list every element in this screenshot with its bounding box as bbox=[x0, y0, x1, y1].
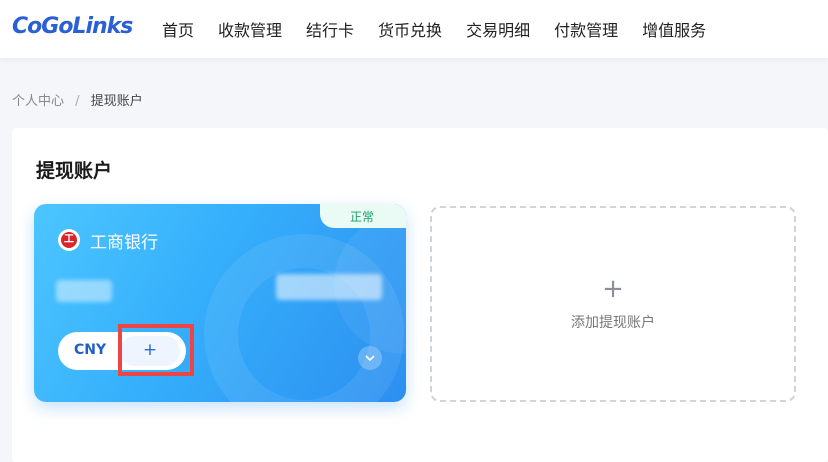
withdraw-accounts-panel: 提现账户 正常 工 工商银行 CNY + + 添加提现账户 bbox=[12, 128, 828, 462]
icbc-bank-icon: 工 bbox=[58, 229, 80, 251]
nav-item-value-added[interactable]: 增值服务 bbox=[642, 17, 706, 41]
breadcrumb: 个人中心 / 提现账户 bbox=[12, 90, 143, 109]
nav-item-receipts[interactable]: 收款管理 bbox=[218, 17, 282, 41]
nav-item-exchange[interactable]: 货币兑换 bbox=[378, 17, 442, 41]
breadcrumb-separator: / bbox=[75, 94, 80, 109]
breadcrumb-parent[interactable]: 个人中心 bbox=[12, 94, 64, 109]
nav-item-transactions[interactable]: 交易明细 bbox=[466, 17, 530, 41]
bank-account-card[interactable]: 正常 工 工商银行 CNY + bbox=[34, 204, 406, 402]
masked-account-holder bbox=[56, 280, 112, 302]
top-navigation-bar: CoGoLinks 首页 收款管理 结行卡 货币兑换 交易明细 付款管理 增值服… bbox=[0, 0, 828, 58]
masked-account-number bbox=[276, 274, 382, 300]
currency-code: CNY bbox=[74, 342, 107, 358]
breadcrumb-current: 提现账户 bbox=[90, 94, 143, 109]
nav-item-settlement-card[interactable]: 结行卡 bbox=[306, 17, 354, 41]
status-text: 正常 bbox=[350, 210, 375, 224]
main-nav: 首页 收款管理 结行卡 货币兑换 交易明细 付款管理 增值服务 bbox=[162, 17, 730, 41]
add-withdraw-account-button[interactable]: + 添加提现账户 bbox=[430, 206, 796, 402]
bank-name: 工商银行 bbox=[90, 233, 158, 253]
nav-item-home[interactable]: 首页 bbox=[162, 17, 194, 41]
cogolinks-logo[interactable]: CoGoLinks bbox=[12, 14, 133, 39]
plus-icon: + bbox=[602, 274, 624, 304]
status-badge: 正常 bbox=[320, 204, 406, 228]
page-title: 提现账户 bbox=[36, 160, 113, 182]
nav-item-payments[interactable]: 付款管理 bbox=[554, 17, 618, 41]
chevron-down-icon[interactable] bbox=[358, 346, 382, 370]
add-account-label: 添加提现账户 bbox=[571, 315, 655, 331]
highlight-annotation bbox=[118, 324, 194, 376]
